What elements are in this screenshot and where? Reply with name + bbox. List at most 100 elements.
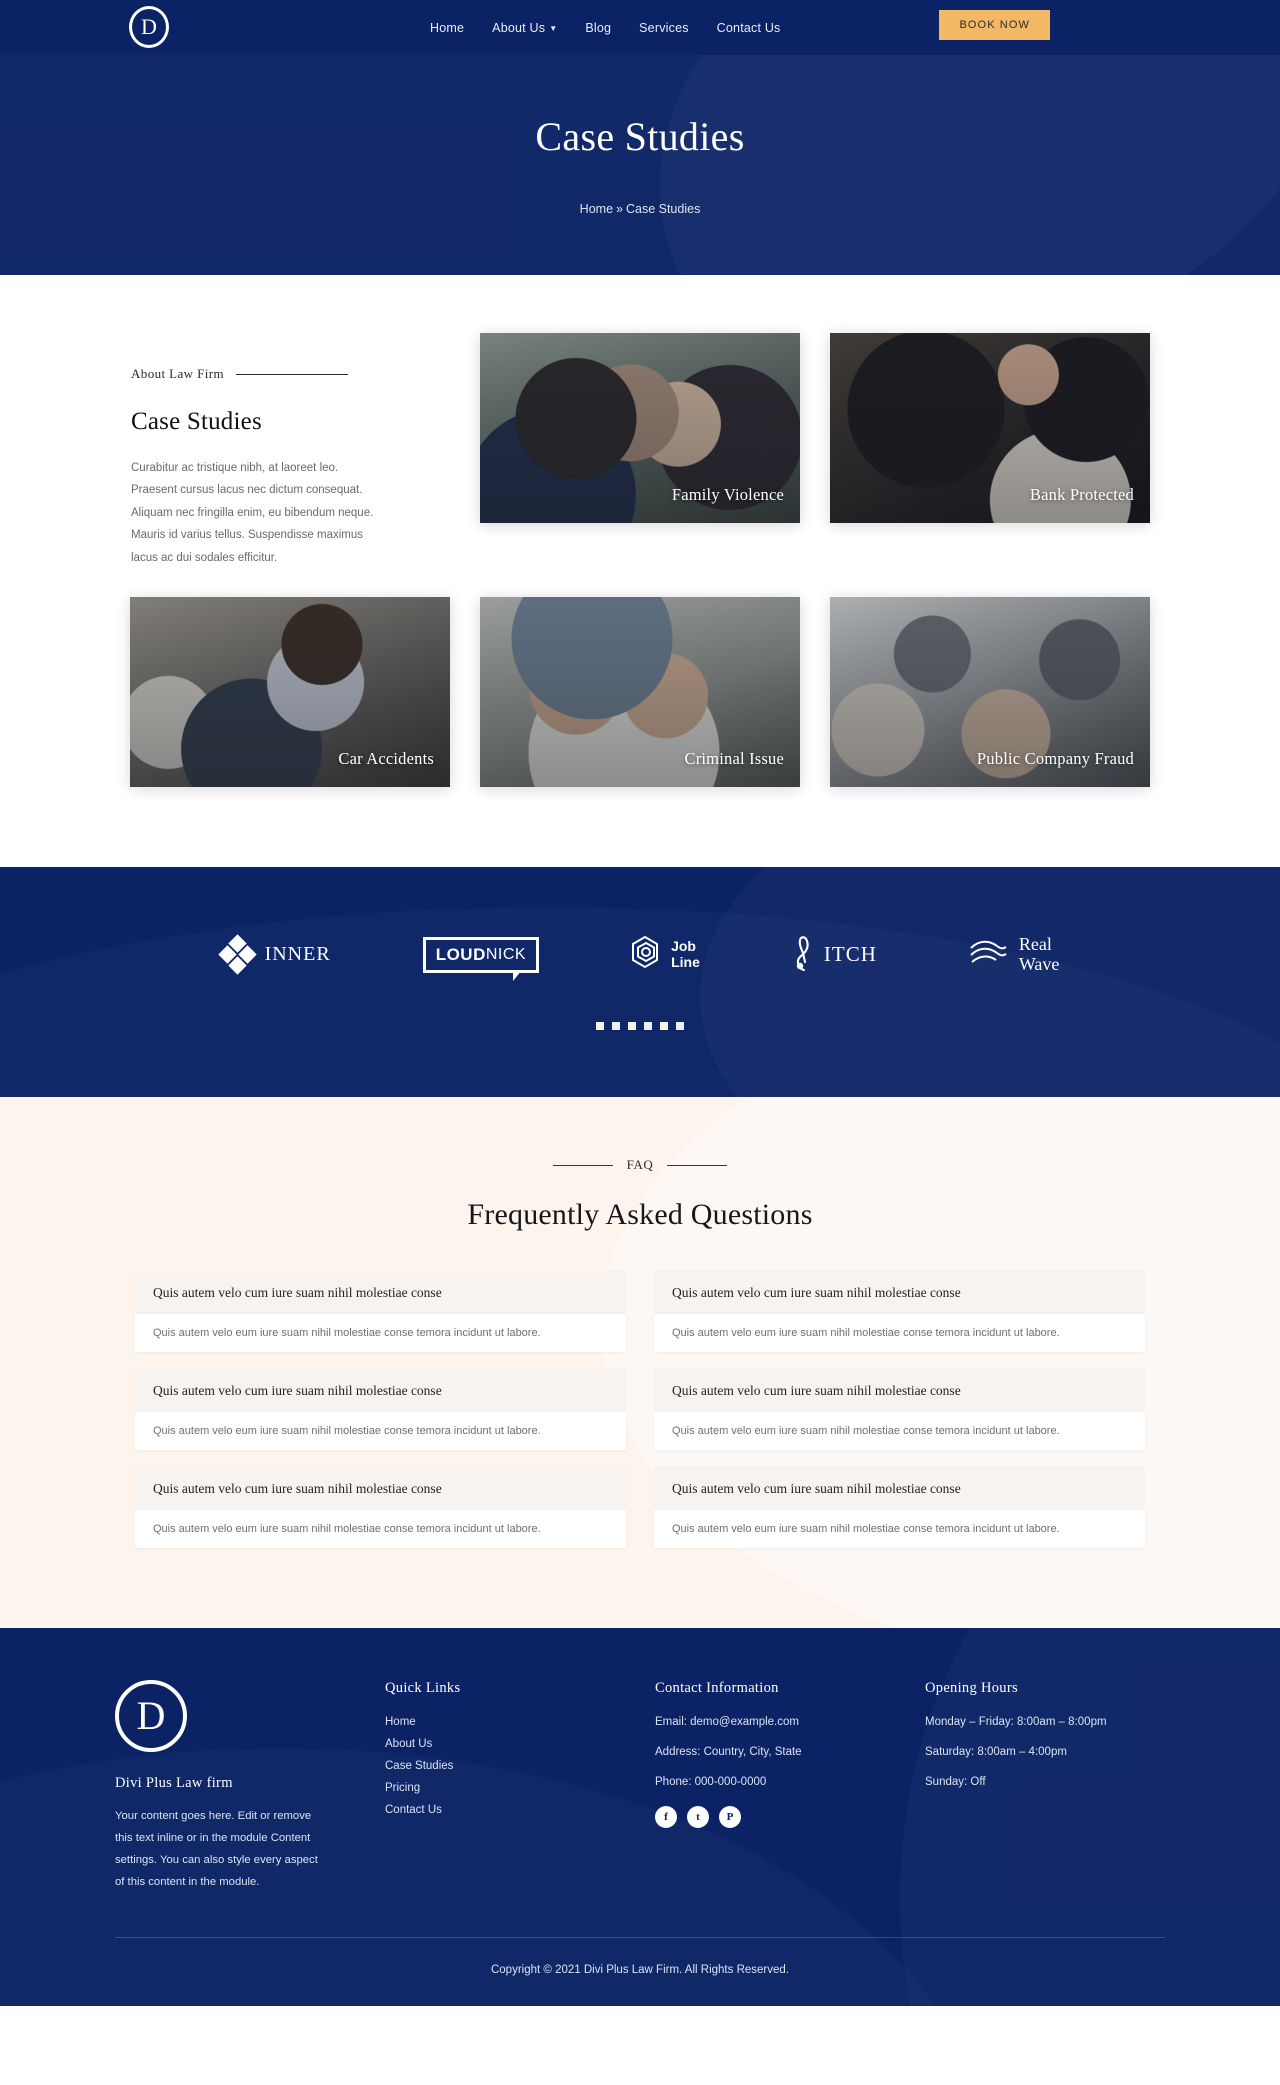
carousel-dot[interactable] [612, 1022, 620, 1031]
faq-question[interactable]: Quis autem velo cum iure suam nihil mole… [654, 1466, 1145, 1511]
faq-eyebrow: FAQ [0, 1157, 1280, 1173]
twitter-icon[interactable]: t [687, 1806, 709, 1829]
faq-title: Frequently Asked Questions [467, 1198, 813, 1232]
social-links: ftP [655, 1806, 925, 1829]
nav-item-label: Blog [585, 20, 612, 35]
carousel-dot[interactable] [628, 1022, 636, 1031]
footer-link-pricing[interactable]: Pricing [385, 1782, 655, 1794]
faq-item: Quis autem velo cum iure suam nihil mole… [654, 1368, 1145, 1451]
faq-question[interactable]: Quis autem velo cum iure suam nihil mole… [654, 1368, 1145, 1413]
site-logo-letter: D [141, 14, 157, 39]
faq-item: Quis autem velo cum iure suam nihil mole… [654, 1466, 1145, 1549]
footer-contact-lines: Email: demo@example.com Address: Country,… [655, 1716, 925, 1788]
partner-logo-realwave-label: Real Wave [1019, 934, 1060, 975]
faq-answer: Quis autem velo eum iure suam nihil mole… [135, 1510, 626, 1549]
nav-item-services[interactable]: Services [639, 21, 689, 35]
faq-item: Quis autem velo cum iure suam nihil mole… [135, 1270, 626, 1353]
nav-item-label: About Us [492, 20, 546, 35]
nav-item-contact-us[interactable]: Contact Us [717, 21, 781, 35]
footer-contact-title: Contact Information [655, 1680, 779, 1697]
faq-item: Quis autem velo cum iure suam nihil mole… [654, 1270, 1145, 1353]
footer-quick-links-column: Quick Links Home About Us Case Studies Pric… [385, 1680, 655, 1893]
footer-columns: D Divi Plus Law firm Your content goes h… [115, 1680, 1165, 1893]
about-eyebrow-rule [235, 373, 348, 375]
site-footer: D Divi Plus Law firm Your content goes h… [0, 1628, 1280, 2007]
carousel-dot[interactable] [596, 1022, 604, 1031]
case-studies-section: About Law Firm Case Studies Curabitur ac… [0, 275, 1280, 868]
nav-item-label: Services [639, 20, 689, 35]
faq-answer: Quis autem velo eum iure suam nihil mole… [654, 1510, 1145, 1549]
page-hero: Case Studies Home» Case Studies [0, 55, 1280, 275]
footer-brand-name: Divi Plus Law firm [115, 1775, 233, 1792]
page-title: Case Studies [535, 114, 745, 159]
about-eyebrow: About Law Firm [131, 366, 450, 382]
carousel-dot[interactable] [676, 1022, 684, 1031]
partner-logos-section: INNER LOUD NICK Job Line ITCH Real Wave [0, 867, 1280, 1098]
about-law-firm-block: About Law Firm Case Studies Curabitur ac… [130, 333, 450, 569]
faq-grid: Quis autem velo cum iure suam nihil mole… [135, 1270, 1145, 1549]
facebook-icon[interactable]: f [655, 1806, 677, 1829]
footer-link-home[interactable]: Home [385, 1716, 655, 1728]
partner-logo-loudnick[interactable]: LOUD NICK [422, 936, 540, 981]
nav-item-home[interactable]: Home [430, 21, 464, 35]
partner-logo-realwave[interactable]: Real Wave [969, 934, 1060, 975]
partner-logo-jobline[interactable]: Job Line [631, 935, 700, 974]
treble-clef-icon [792, 932, 814, 977]
case-studies-grid: About Law Firm Case Studies Curabitur ac… [120, 333, 1160, 788]
partner-logo-pitch[interactable]: ITCH [792, 932, 877, 977]
footer-quick-links-list: Home About Us Case Studies Pricing Contact U… [385, 1716, 655, 1816]
carousel-dot[interactable] [660, 1022, 668, 1031]
footer-contact-line: Phone: 000-000-0000 [655, 1776, 767, 1789]
about-title: Case Studies [131, 408, 262, 435]
footer-hours-column: Opening Hours Monday – Friday: 8:00am – … [925, 1680, 1165, 1893]
breadcrumb-home-link[interactable]: Home [580, 202, 613, 216]
faq-question[interactable]: Quis autem velo cum iure suam nihil mole… [135, 1466, 626, 1511]
footer-quick-links-title: Quick Links [385, 1680, 461, 1697]
case-study-card[interactable]: Bank Protected [830, 333, 1150, 523]
footer-logo-letter: D [136, 1693, 166, 1739]
case-study-caption: Car Accidents [338, 749, 434, 769]
site-logo[interactable]: D [129, 6, 169, 48]
partner-logo-inner[interactable]: INNER [217, 933, 331, 975]
footer-link-contact-us[interactable]: Contact Us [385, 1804, 655, 1816]
about-eyebrow-label: About Law Firm [131, 366, 224, 381]
faq-section: FAQ Frequently Asked Questions Quis aute… [0, 1097, 1280, 1629]
footer-logo[interactable]: D [115, 1680, 187, 1753]
faq-question[interactable]: Quis autem velo cum iure suam nihil mole… [135, 1270, 626, 1315]
carousel-pagination[interactable] [0, 1022, 1280, 1031]
pinterest-icon[interactable]: P [719, 1806, 741, 1829]
footer-contact-column: Contact Information Email: demo@example.… [655, 1680, 925, 1893]
carousel-dot[interactable] [644, 1022, 652, 1031]
faq-question[interactable]: Quis autem velo cum iure suam nihil mole… [654, 1270, 1145, 1315]
faq-answer: Quis autem velo eum iure suam nihil mole… [654, 1412, 1145, 1451]
faq-item: Quis autem velo cum iure suam nihil mole… [135, 1368, 626, 1451]
footer-link-case-studies[interactable]: Case Studies [385, 1760, 655, 1772]
footer-hours-line: Sunday: Off [925, 1776, 986, 1789]
partner-logo-jobline-label: Job Line [671, 938, 700, 970]
partner-logo-pitch-label: ITCH [823, 942, 877, 967]
case-study-caption: Public Company Fraud [976, 749, 1134, 769]
book-now-button[interactable]: BOOK NOW [939, 10, 1050, 40]
partner-logo-inner-label: INNER [264, 943, 331, 966]
case-study-caption: Family Violence [671, 485, 784, 504]
breadcrumb-separator: » [616, 202, 623, 216]
case-study-card[interactable]: Car Accidents [130, 597, 450, 788]
faq-answer: Quis autem velo eum iure suam nihil mole… [654, 1314, 1145, 1353]
hex-loop-icon [631, 935, 661, 974]
faq-eyebrow-rule-right [667, 1164, 728, 1166]
faq-answer: Quis autem velo eum iure suam nihil mole… [135, 1314, 626, 1353]
faq-question[interactable]: Quis autem velo cum iure suam nihil mole… [135, 1368, 626, 1413]
footer-contact-line: Address: Country, City, State [655, 1746, 802, 1759]
case-study-card[interactable]: Public Company Fraud [830, 597, 1150, 788]
faq-eyebrow-rule-left [552, 1164, 613, 1166]
nav-item-about-us[interactable]: About Us ▼ [492, 21, 557, 35]
case-study-card[interactable]: Criminal Issue [480, 597, 800, 788]
partner-logo-row: INNER LOUD NICK Job Line ITCH Real Wave [0, 867, 1280, 981]
nav-item-blog[interactable]: Blog [585, 21, 611, 35]
case-study-caption: Criminal Issue [684, 749, 784, 769]
wave-icon [969, 936, 1009, 973]
breadcrumb: Home» Case Studies [0, 202, 1280, 216]
footer-link-about-us[interactable]: About Us [385, 1738, 655, 1750]
case-study-card[interactable]: Family Violence [480, 333, 800, 523]
nav-item-label: Contact Us [716, 20, 781, 35]
